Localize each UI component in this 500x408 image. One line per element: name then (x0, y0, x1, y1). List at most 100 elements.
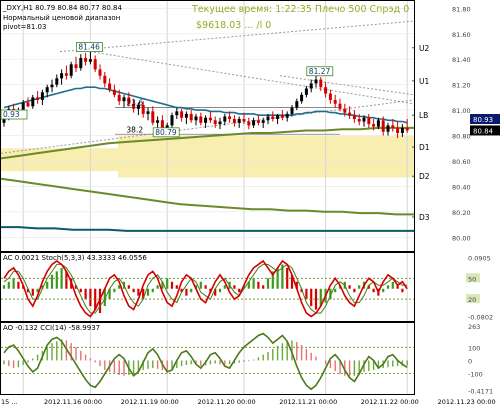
price-bar-body (314, 79, 318, 84)
ac-tick: 0.0905 (468, 254, 491, 262)
price-bar-body (266, 116, 270, 121)
price-bar-body (194, 116, 198, 121)
price-bar-body (60, 73, 64, 79)
price-bar-body (242, 119, 246, 122)
ac-tick: -0.0802 (468, 314, 493, 322)
price-bar-body (204, 117, 208, 123)
price-bar-body (232, 119, 236, 123)
price-tick: 81.60 (452, 31, 471, 39)
price-bar-body (328, 93, 332, 100)
price-bar-body (276, 115, 280, 120)
price-bar-body (213, 120, 217, 125)
price-bar-body (88, 59, 92, 62)
ao-tick: -0.4171 (468, 387, 493, 395)
annotation-0-93: 0.93 (3, 110, 20, 119)
time-tick: 15 ... (1, 398, 18, 406)
pivot-caption: pivot=81.03 (3, 23, 46, 31)
price-tick: 81.20 (452, 82, 471, 90)
range-caption: Нормальный ценовой диапазон (3, 14, 120, 22)
main-panel (0, 0, 415, 252)
price-tick: 80.00 (452, 234, 471, 242)
price-bar-body (228, 116, 232, 120)
time-tick: 2012.11.19 00:00 (121, 398, 179, 406)
price-bar-body (50, 84, 54, 88)
price-bar-body (199, 116, 203, 123)
price-bar-body (300, 94, 304, 102)
price-bar-body (391, 125, 395, 128)
price-bar-body (84, 57, 88, 62)
level-label-d2: D2 (419, 172, 430, 181)
price-bar-body (122, 97, 126, 102)
price-tick: 80.40 (452, 183, 471, 191)
price-tick: 80.20 (452, 209, 471, 217)
price-bar-body (280, 115, 284, 118)
annotation-81-46: 81.46 (78, 43, 100, 52)
annotation-23-6: 23.6 (126, 99, 143, 108)
price-bar-body (381, 120, 385, 132)
annotation-38-2: 38.2 (126, 125, 143, 134)
price-tick: 81.40 (452, 56, 471, 64)
ao-tick: 263 (468, 323, 480, 331)
price-bar-body (352, 115, 356, 120)
price-bar-body (295, 101, 299, 108)
price-bar-body (175, 111, 179, 116)
price-bar-body (98, 69, 102, 76)
price-bar-body (256, 120, 260, 123)
level-label-d1: D1 (419, 143, 430, 152)
price-bar-body (117, 94, 121, 102)
ao-tick: 100 (468, 344, 480, 352)
level-label-u1: U1 (419, 77, 429, 86)
price-tick: 81.80 (452, 5, 471, 13)
support-zone-band (118, 135, 414, 178)
price-bar-body (31, 97, 35, 107)
annotation-80-79: 80.79 (155, 128, 177, 137)
support-zone-band-left (1, 148, 118, 172)
chart-title: _DXY,H1 80.79 80.84 80.77 80.84 (2, 4, 123, 12)
chart-window: 81.80 81.60 81.40 81.20 81.00 80.80 80.60 80.40… (0, 0, 500, 408)
price-bar-body (55, 78, 59, 85)
ac-caption: AC 0.0021 Stoch(5,3,3) 43.3333 46.0556 (3, 254, 147, 262)
price-bar-body (367, 117, 371, 125)
price-bar-body (103, 75, 107, 84)
level-label-u2: U2 (419, 44, 429, 53)
price-bar-body (218, 121, 222, 125)
price-bar-body (333, 99, 337, 104)
price-bar-body (26, 102, 30, 107)
price-bar-body (170, 115, 174, 126)
price-bar-body (237, 119, 241, 123)
price-bar-body (396, 127, 400, 133)
price-bar-body (156, 120, 160, 123)
level-label-lb: LB (419, 111, 428, 120)
price-bar-body (69, 64, 73, 76)
price-bar-body (338, 103, 342, 109)
price-bar-body (386, 125, 390, 132)
price-bar-body (146, 111, 150, 114)
price-tick: 80.60 (452, 158, 471, 166)
price-bar-body (400, 127, 404, 133)
price-bar-body (208, 117, 212, 121)
price-bar-body (261, 120, 265, 123)
chart-canvas[interactable]: 81.80 81.60 81.40 81.20 81.00 80.80 80.60 80.40… (0, 0, 500, 408)
price-bar-body (372, 124, 376, 127)
price-bar-body (223, 116, 227, 122)
price-bar-body (285, 113, 289, 118)
price-bar-body (290, 107, 294, 114)
price-bar-body (252, 120, 256, 126)
price-bar-body (79, 57, 83, 69)
status-time: Текущее время: 1:22:35 Плечо 500 Спрэд 0 (191, 4, 409, 15)
price-tag: 80.84 (473, 127, 494, 135)
time-tick: 2012.11.16 00:00 (44, 398, 102, 406)
level-label-d3: D3 (419, 213, 430, 222)
price-bar-body (357, 119, 361, 122)
time-tick: 2012.11.20 00:00 (198, 398, 256, 406)
annotation-81-27: 81.27 (309, 67, 331, 76)
price-bar-body (309, 83, 313, 89)
time-tick: 2012.11.22 00:00 (361, 398, 419, 406)
price-bar-body (362, 117, 366, 122)
ac-tick: 50 (468, 275, 476, 283)
price-bar-body (74, 64, 78, 69)
price-tag: 80.93 (473, 116, 493, 124)
status-balance: $9618.03 ... /l 0 (196, 20, 271, 31)
time-tick: 2012.11.23 00:00 (438, 398, 496, 406)
price-bar-body (108, 83, 112, 90)
